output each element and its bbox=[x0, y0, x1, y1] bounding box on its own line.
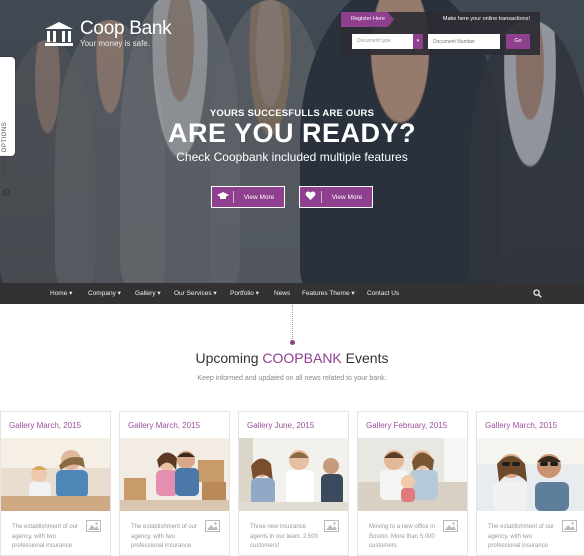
events-subtitle: Keep informed and updated on all news re… bbox=[197, 375, 387, 382]
chevron-down-icon: ▾ bbox=[213, 290, 217, 297]
graduation-cap-icon bbox=[212, 191, 234, 203]
nav-item-company[interactable]: Company ▾ bbox=[88, 283, 121, 304]
divider-dot bbox=[290, 340, 295, 345]
view-more-button[interactable]: View More bbox=[299, 186, 373, 208]
brand-tagline: Your money is safe. bbox=[80, 39, 150, 48]
view-more-label: View More bbox=[331, 193, 363, 201]
register-prompt: Make here your online transactions! bbox=[442, 16, 530, 22]
chevron-down-icon: ▾ bbox=[255, 290, 259, 297]
bank-building-icon bbox=[45, 21, 73, 46]
chevron-down-icon[interactable]: ▾ bbox=[413, 34, 423, 49]
nav-item-contact-us[interactable]: Contact Us bbox=[367, 283, 399, 304]
couple-moving-boxes-photo[interactable] bbox=[120, 438, 229, 511]
theme-options-label: THEME OPTIONS bbox=[2, 121, 8, 178]
image-icon bbox=[562, 520, 577, 532]
nav-item-features-theme[interactable]: Features Theme ▾ bbox=[302, 283, 355, 304]
event-card[interactable]: Gallery June, 2015 Three new insurance a… bbox=[238, 411, 349, 556]
register-tab[interactable]: Register Here bbox=[341, 12, 394, 27]
nav-item-news[interactable]: News bbox=[274, 283, 290, 304]
brand-logo[interactable]: Coop Bank Your money is safe. bbox=[44, 18, 172, 49]
event-card[interactable]: Gallery March, 2015 The establishment of… bbox=[476, 411, 584, 556]
chevron-down-icon: ▾ bbox=[69, 290, 73, 297]
event-date[interactable]: Gallery March, 2015 bbox=[128, 421, 200, 430]
image-icon bbox=[324, 520, 339, 532]
go-button[interactable]: Go bbox=[506, 34, 530, 49]
image-icon bbox=[443, 520, 458, 532]
search-icon[interactable] bbox=[533, 289, 542, 298]
image-icon bbox=[86, 520, 101, 532]
image-icon bbox=[205, 520, 220, 532]
event-date[interactable]: Gallery June, 2015 bbox=[247, 421, 314, 430]
events-title: Upcoming COOPBANK Events bbox=[195, 350, 389, 366]
couple-sunglasses-photo[interactable] bbox=[477, 438, 584, 511]
event-date[interactable]: Gallery February, 2015 bbox=[366, 421, 447, 430]
nav-item-our-services[interactable]: Our Services ▾ bbox=[174, 283, 217, 304]
view-more-label: View More bbox=[243, 193, 275, 201]
view-more-button[interactable]: View More bbox=[211, 186, 285, 208]
event-date[interactable]: Gallery March, 2015 bbox=[485, 421, 557, 430]
nav-item-home[interactable]: Home ▾ bbox=[50, 283, 72, 304]
brand-title: Coop Bank bbox=[80, 18, 172, 39]
event-card[interactable]: Gallery March, 2015 The establishment of… bbox=[119, 411, 230, 556]
event-date[interactable]: Gallery March, 2015 bbox=[9, 421, 81, 430]
event-description: The establishment of our agency, with tw… bbox=[488, 524, 555, 549]
register-panel: Register Here Make here your online tran… bbox=[341, 12, 540, 55]
document-number-input[interactable] bbox=[428, 34, 500, 49]
chevron-down-icon: ▾ bbox=[157, 290, 161, 297]
event-card[interactable]: Gallery March, 2015 The establishment of… bbox=[0, 411, 111, 556]
family-couch-photo[interactable] bbox=[358, 438, 467, 511]
nav-item-portfolio[interactable]: Portfolio ▾ bbox=[230, 283, 259, 304]
section-divider bbox=[292, 305, 293, 341]
gear-icon: ⚙ bbox=[2, 188, 11, 199]
mother-and-child-photo[interactable] bbox=[1, 438, 110, 511]
event-card[interactable]: Gallery February, 2015 Moving to a new o… bbox=[357, 411, 468, 556]
hero-banner: Coop Bank Your money is safe. Register H… bbox=[0, 0, 584, 283]
chevron-down-icon: ▾ bbox=[351, 290, 355, 297]
event-description: The establishment of our agency, with tw… bbox=[12, 524, 79, 549]
nav-item-gallery[interactable]: Gallery ▾ bbox=[135, 283, 161, 304]
event-description: Three new insurance agents in our team. … bbox=[250, 524, 319, 549]
heart-icon bbox=[300, 191, 322, 203]
agents-meeting-photo[interactable] bbox=[239, 438, 348, 511]
hero-title: ARE YOU READY? bbox=[167, 118, 417, 148]
main-nav: Home ▾ Company ▾ Gallery ▾ Our Services … bbox=[0, 283, 584, 304]
chevron-down-icon: ▾ bbox=[117, 290, 121, 297]
event-description: The establishment of our agency, with tw… bbox=[131, 524, 198, 549]
event-description: Moving to a new office in Boston. More t… bbox=[369, 524, 435, 549]
hero-subtitle: Check Coopbank included multiple feature… bbox=[176, 150, 408, 164]
theme-options-tab[interactable]: THEME OPTIONS ⚙ bbox=[0, 57, 15, 199]
